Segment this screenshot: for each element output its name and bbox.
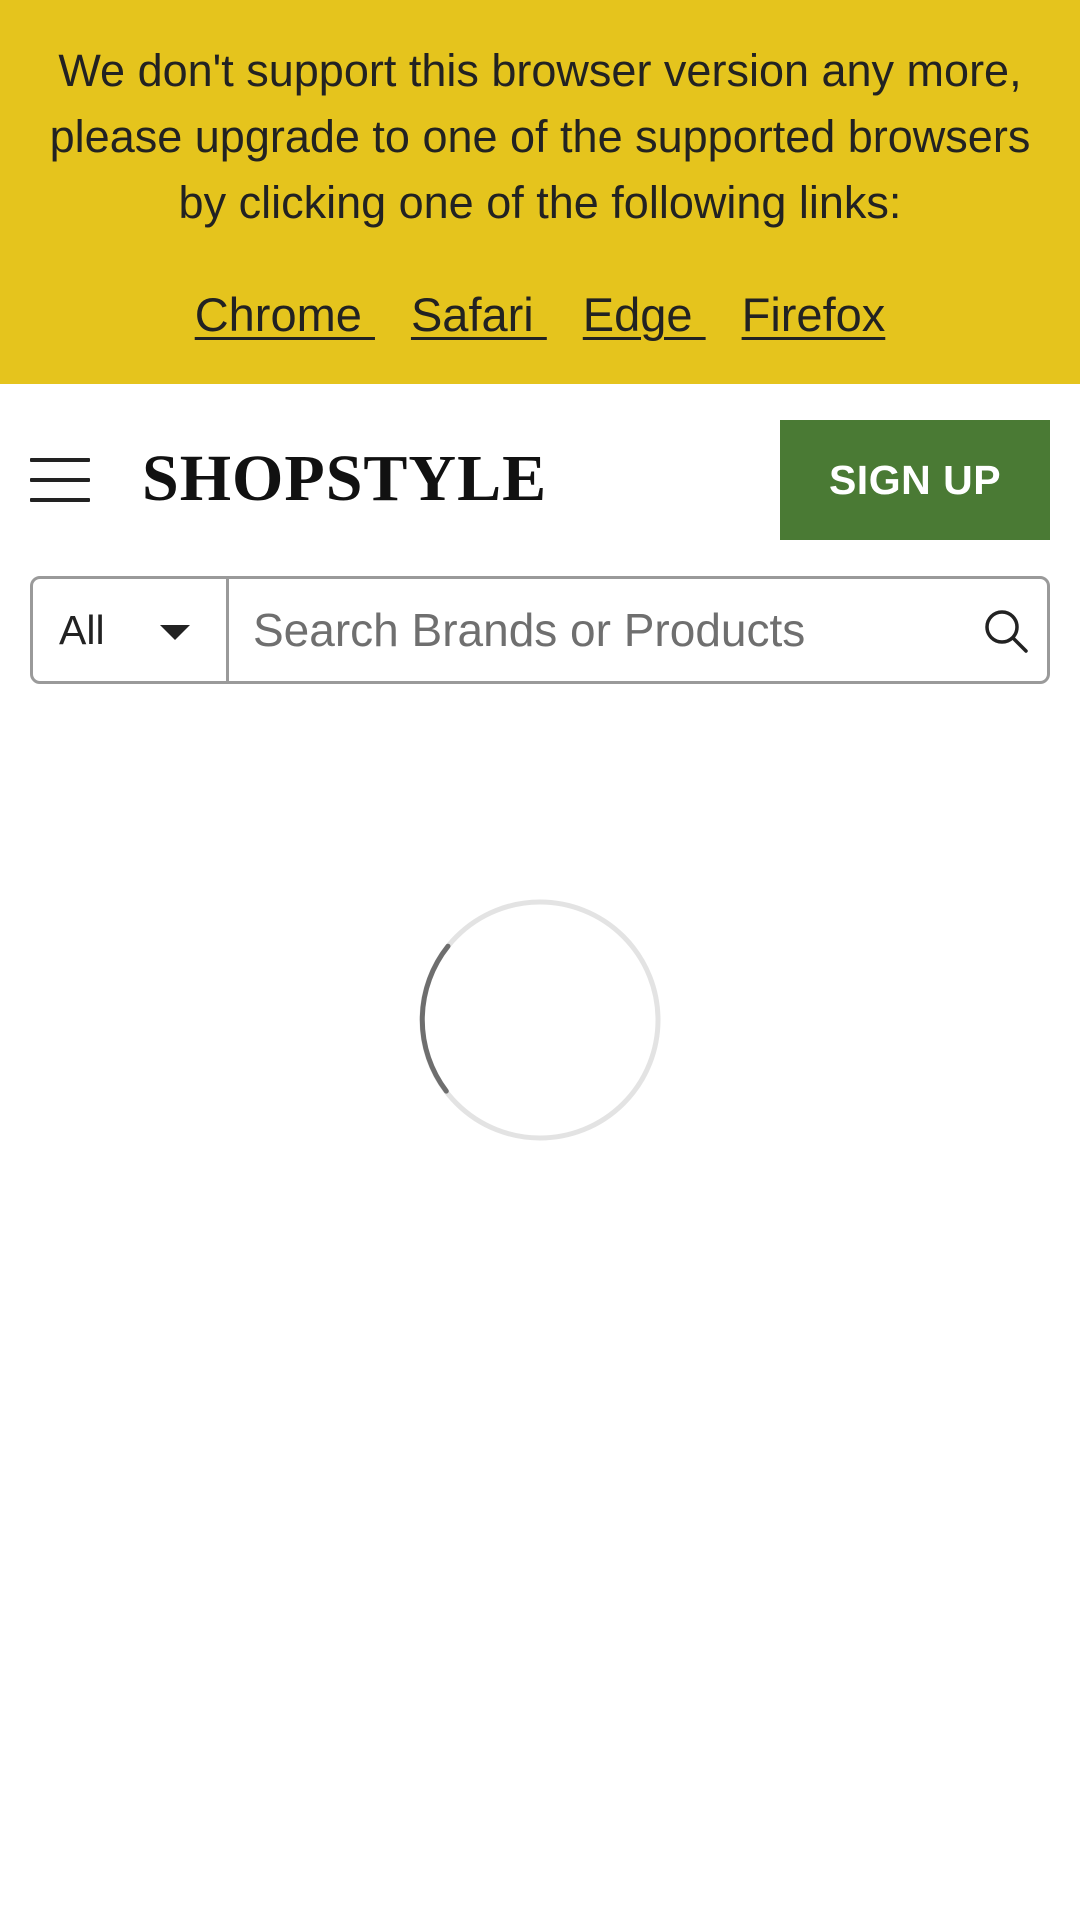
spinner-icon — [419, 899, 661, 1141]
search-bar: All — [30, 576, 1050, 684]
edge-link[interactable]: Edge — [583, 286, 706, 344]
chrome-link[interactable]: Chrome — [195, 286, 375, 344]
search-input[interactable] — [229, 579, 1047, 681]
caret-down-icon — [160, 625, 190, 640]
safari-link[interactable]: Safari — [411, 286, 547, 344]
hamburger-menu-icon[interactable] — [30, 456, 90, 504]
firefox-link[interactable]: Firefox — [742, 286, 886, 344]
search-input-wrapper — [229, 579, 1047, 681]
category-selected-value: All — [59, 607, 105, 653]
site-header: SHOPSTYLE SIGN UP — [0, 384, 1080, 570]
shopstyle-logo[interactable]: SHOPSTYLE — [142, 442, 547, 516]
browser-warning-banner: We don't support this browser version an… — [0, 0, 1080, 384]
browser-warning-message: We don't support this browser version an… — [49, 45, 1031, 228]
sign-up-button[interactable]: SIGN UP — [780, 420, 1050, 540]
browser-links: Chrome Safari Edge Firefox — [0, 286, 1080, 344]
magnifier-icon[interactable] — [981, 606, 1031, 656]
category-dropdown[interactable]: All — [33, 579, 229, 681]
